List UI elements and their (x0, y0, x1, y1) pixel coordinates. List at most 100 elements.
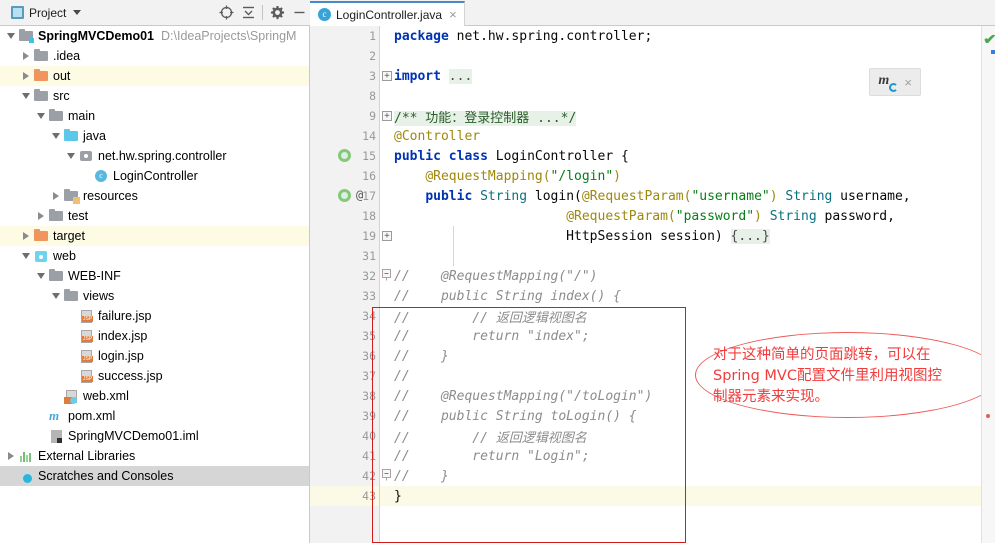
maven-reload-notification[interactable]: m × (869, 68, 921, 96)
tree-item-resources[interactable]: resources (0, 186, 309, 206)
inspection-strip[interactable]: ✔ (981, 26, 995, 543)
tree-item-test[interactable]: test (0, 206, 309, 226)
code-line-31[interactable] (380, 246, 981, 266)
gutter-line-31[interactable]: 31 (310, 246, 379, 266)
hide-panel-icon[interactable] (288, 2, 310, 24)
gutter-line-38[interactable]: 38 (310, 386, 379, 406)
gutter-line-37[interactable]: 37 (310, 366, 379, 386)
gutter-line-34[interactable]: 34 (310, 306, 379, 326)
project-tree[interactable]: SpringMVCDemo01 D:\IdeaProjects\SpringM .i… (0, 26, 310, 543)
expand-arrow-icon[interactable] (4, 452, 18, 460)
gutter-line-42[interactable]: 42 (310, 466, 379, 486)
gutter-line-2[interactable]: 2 (310, 46, 379, 66)
tree-item-pom-xml[interactable]: m pom.xml (0, 406, 309, 426)
annotation-marker-icon[interactable]: @ (356, 188, 363, 202)
close-icon[interactable]: × (447, 8, 457, 21)
collapse-arrow-icon[interactable] (49, 293, 63, 299)
fold-expand-icon[interactable]: + (382, 71, 392, 81)
collapse-arrow-icon[interactable] (19, 253, 33, 259)
tree-item-target[interactable]: target (0, 226, 309, 246)
code-line-1[interactable]: package net.hw.spring.controller; (380, 26, 981, 46)
tree-item-external-libraries[interactable]: External Libraries (0, 446, 309, 466)
tree-item-springmvcdemo01[interactable]: SpringMVCDemo01 D:\IdeaProjects\SpringM (0, 26, 309, 46)
overridden-method-icon[interactable] (338, 149, 352, 163)
gutter-line-33[interactable]: 33 (310, 286, 379, 306)
tree-item-web-inf[interactable]: WEB-INF (0, 266, 309, 286)
gutter-line-19[interactable]: 19 (310, 226, 379, 246)
code-line-42[interactable]: // } (380, 466, 981, 486)
expand-arrow-icon[interactable] (49, 192, 63, 200)
code-line-17[interactable]: public String login(@RequestParam("usern… (380, 186, 981, 206)
tree-item-main[interactable]: main (0, 106, 309, 126)
locate-icon[interactable] (215, 2, 237, 24)
gutter-line-32[interactable]: 32 (310, 266, 379, 286)
gutter-line-39[interactable]: 39 (310, 406, 379, 426)
gutter-line-9[interactable]: 9 (310, 106, 379, 126)
gutter-line-16[interactable]: 16 (310, 166, 379, 186)
gutter-line-8[interactable]: 8 (310, 86, 379, 106)
collapse-arrow-icon[interactable] (49, 133, 63, 139)
inspection-marker[interactable] (986, 414, 990, 418)
code-line-43[interactable]: } (380, 486, 981, 506)
settings-gear-icon[interactable] (266, 2, 288, 24)
code-editor[interactable]: 1 2 3 8 9 14 15 16 @17 18 19 31 32 33 34 35 36 37 38 39 40 41… (310, 26, 981, 543)
collapse-arrow-icon[interactable] (19, 93, 33, 99)
inspection-ok-icon[interactable]: ✔ (983, 31, 995, 48)
gutter-line-3[interactable]: 3 (310, 66, 379, 86)
gutter-line-40[interactable]: 40 (310, 426, 379, 446)
expand-arrow-icon[interactable] (19, 52, 33, 60)
overridden-method-icon[interactable] (338, 189, 352, 203)
chevron-down-icon[interactable] (73, 10, 82, 15)
collapse-arrow-icon[interactable] (64, 153, 78, 159)
gutter-line-18[interactable]: 18 (310, 206, 379, 226)
tree-item-failure-jsp[interactable]: JSP failure.jsp (0, 306, 309, 326)
code-line-18[interactable]: @RequestParam("password") String passwor… (380, 206, 981, 226)
tree-item-src[interactable]: src (0, 86, 309, 106)
code-line-40[interactable]: // // 返回逻辑视图名 (380, 426, 981, 446)
tree-item-logincontroller[interactable]: c LoginController (0, 166, 309, 186)
code-line-14[interactable]: @Controller (380, 126, 981, 146)
collapse-arrow-icon[interactable] (4, 33, 18, 39)
project-view-selector[interactable]: Project (6, 3, 86, 23)
tree-item-web-xml[interactable]: web.xml (0, 386, 309, 406)
gutter-line-41[interactable]: 41 (310, 446, 379, 466)
gutter-line-36[interactable]: 36 (310, 346, 379, 366)
expand-arrow-icon[interactable] (34, 212, 48, 220)
code-line-35[interactable]: // return "index"; (380, 326, 981, 346)
fold-collapse-icon[interactable] (382, 269, 391, 281)
tree-item-login-jsp[interactable]: JSP login.jsp (0, 346, 309, 366)
tree-item-views[interactable]: views (0, 286, 309, 306)
fold-expand-icon[interactable]: + (382, 231, 392, 241)
fold-collapse-icon[interactable] (382, 469, 391, 481)
collapse-all-icon[interactable] (237, 2, 259, 24)
code-line-9[interactable]: +/** 功能：登录控制器 ...*/ (380, 106, 981, 126)
code-line-16[interactable]: @RequestMapping("/login") (380, 166, 981, 186)
expand-arrow-icon[interactable] (19, 72, 33, 80)
code-line-19[interactable]: + HttpSession session) {...} (380, 226, 981, 246)
gutter-line-43[interactable]: 43 (310, 486, 379, 506)
tree-item-java[interactable]: java (0, 126, 309, 146)
tree-item-success-jsp[interactable]: JSP success.jsp (0, 366, 309, 386)
expand-arrow-icon[interactable] (19, 232, 33, 240)
code-content[interactable]: package net.hw.spring.controller; + import… (380, 26, 981, 543)
tree-item-web[interactable]: web (0, 246, 309, 266)
code-line-15[interactable]: public class LoginController { (380, 146, 981, 166)
gutter-line-17[interactable]: @17 (310, 186, 379, 206)
editor-tab-logincontroller[interactable]: c LoginController.java × (310, 1, 465, 26)
tree-item-idea[interactable]: .idea (0, 46, 309, 66)
gutter-line-35[interactable]: 35 (310, 326, 379, 346)
tree-item-scratches-and-consoles[interactable]: Scratches and Consoles (0, 466, 309, 486)
gutter-line-14[interactable]: 14 (310, 126, 379, 146)
tree-item-index-jsp[interactable]: JSP index.jsp (0, 326, 309, 346)
tree-item-springmvcdemo01-iml[interactable]: SpringMVCDemo01.iml (0, 426, 309, 446)
code-line-32[interactable]: // @RequestMapping("/") (380, 266, 981, 286)
code-line-2[interactable] (380, 46, 981, 66)
code-line-41[interactable]: // return "Login"; (380, 446, 981, 466)
maven-reload-icon[interactable]: m (878, 74, 899, 92)
collapse-arrow-icon[interactable] (34, 273, 48, 279)
code-line-39[interactable]: // public String toLogin() { (380, 406, 981, 426)
close-icon[interactable]: × (904, 76, 912, 89)
code-line-34[interactable]: // // 返回逻辑视图名 (380, 306, 981, 326)
tree-item-net-hw-spring-controller[interactable]: net.hw.spring.controller (0, 146, 309, 166)
tree-item-out[interactable]: out (0, 66, 309, 86)
